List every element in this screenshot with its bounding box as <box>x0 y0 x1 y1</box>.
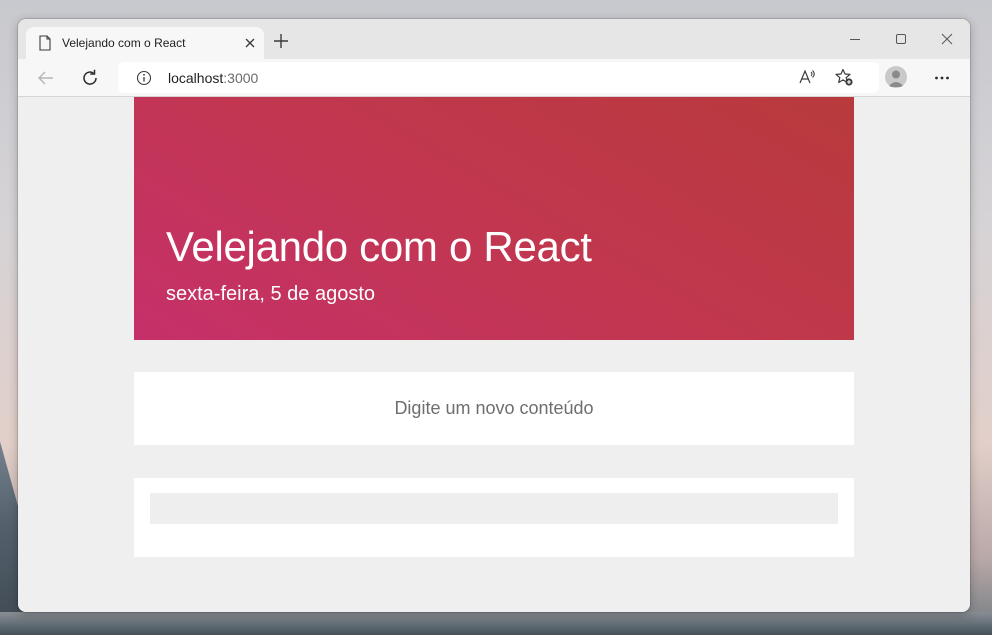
minimize-icon[interactable] <box>847 31 863 47</box>
new-tab-icon[interactable] <box>272 32 290 50</box>
profile-icon[interactable] <box>885 66 907 88</box>
page-viewport: Velejando com o React sexta-feira, 5 de … <box>18 97 970 612</box>
url-text: localhost:3000 <box>168 70 258 86</box>
browser-window: Velejando com o React localhost:3000 Vel… <box>18 19 970 612</box>
close-tab-icon[interactable] <box>242 35 258 51</box>
back-arrow-icon[interactable] <box>36 68 56 88</box>
address-bar[interactable]: localhost:3000 <box>118 62 879 93</box>
url-host: localhost <box>168 70 224 86</box>
profile-avatar-icon <box>888 70 904 87</box>
info-icon[interactable] <box>136 70 152 86</box>
list-item <box>150 493 838 524</box>
read-aloud-icon[interactable] <box>797 67 817 87</box>
maximize-icon[interactable] <box>893 31 909 47</box>
new-content-input[interactable] <box>134 372 854 445</box>
refresh-icon[interactable] <box>80 68 100 88</box>
desktop-background-bottom <box>0 612 992 635</box>
tab-title: Velejando com o React <box>62 36 186 50</box>
url-port: :3000 <box>223 70 259 86</box>
browser-toolbar: localhost:3000 <box>18 59 970 97</box>
close-window-icon[interactable] <box>939 31 955 47</box>
content-list-card <box>134 478 854 557</box>
tab-strip: Velejando com o React <box>18 19 970 59</box>
page-title: Velejando com o React <box>166 223 592 270</box>
more-menu-icon[interactable] <box>932 68 952 88</box>
hero-banner: Velejando com o React sexta-feira, 5 de … <box>134 97 854 340</box>
new-content-card <box>134 372 854 445</box>
add-favorite-icon[interactable] <box>834 67 854 87</box>
browser-tab[interactable]: Velejando com o React <box>26 27 264 59</box>
page-icon <box>39 35 51 51</box>
page-date: sexta-feira, 5 de agosto <box>166 283 376 305</box>
